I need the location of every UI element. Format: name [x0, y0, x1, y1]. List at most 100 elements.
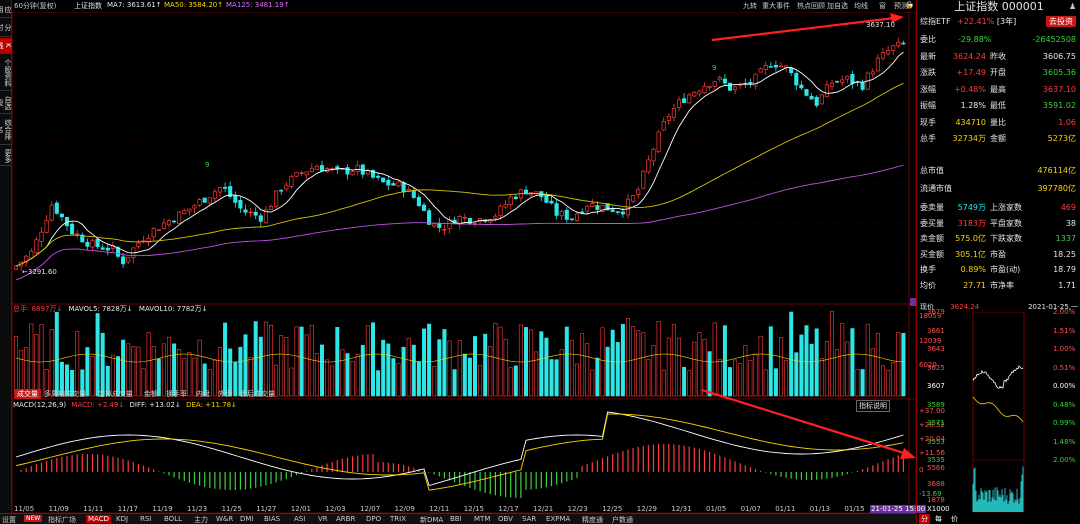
sidebar-tab-3[interactable]: 个股资料: [0, 55, 12, 91]
toolbar-item-1[interactable]: 重大事件: [762, 1, 790, 11]
breadth-label: 平盘家数: [990, 218, 1022, 228]
candle-body: [870, 71, 875, 75]
volume-bar: [625, 318, 630, 397]
kline-chart[interactable]: [12, 12, 916, 513]
volume-bars: [13, 311, 906, 397]
mini-tab-2[interactable]: 价: [951, 514, 958, 524]
breadth-value: 27.71: [963, 280, 986, 290]
bottom-tab-0[interactable]: 设置: [2, 515, 16, 524]
sidebar-tab-2[interactable]: K线图: [0, 38, 12, 54]
etf-change: +22.41%: [957, 17, 995, 26]
candle-body: [763, 64, 768, 71]
bottom-tab-1[interactable]: NEW: [24, 515, 43, 522]
volume-tab-1[interactable]: 多周期成交量: [44, 389, 86, 399]
bottom-tab-19[interactable]: OBV: [498, 515, 513, 523]
candle-body: [794, 73, 799, 86]
breadth-value: 575.0亿: [955, 234, 986, 243]
bottom-tab-12[interactable]: VR: [318, 515, 328, 523]
breadth-value: 1.71: [1058, 280, 1076, 290]
toolbar-item-2[interactable]: 热点回顾: [797, 1, 825, 11]
mini-tab-1[interactable]: 每: [935, 514, 942, 524]
candle-body: [268, 205, 274, 211]
sidebar-tab-4[interactable]: 自选股: [0, 92, 12, 114]
nine-signal-a: 9: [205, 161, 210, 169]
candle-body: [238, 200, 243, 209]
mini-right-axis-label: 1.48%: [1053, 437, 1076, 446]
bottom-tab-6[interactable]: BOLL: [164, 515, 182, 523]
candle-body: [151, 228, 156, 238]
volume-bar: [304, 334, 309, 397]
time-axis-label: 12/03: [325, 505, 346, 513]
volume-tab-5[interactable]: 内盘: [196, 389, 210, 399]
bottom-tab-13[interactable]: ARBR: [336, 515, 355, 523]
volume-bar: [631, 326, 636, 397]
moving-average-lines: [15, 51, 904, 281]
candle-body: [411, 190, 416, 198]
sidebar-tab-5[interactable]: 综合排名: [0, 115, 12, 145]
candle-body: [585, 205, 590, 212]
volume-bar: [620, 323, 625, 397]
bottom-tab-8[interactable]: W&R: [216, 515, 233, 523]
candle-body: [197, 199, 202, 206]
volume-tab-2[interactable]: 虚拟成交量: [98, 389, 133, 399]
invest-button[interactable]: 去投资: [1046, 16, 1076, 27]
candle-body: [421, 204, 427, 211]
bottom-tab-7[interactable]: 主力: [194, 515, 208, 524]
candle-body: [549, 200, 554, 204]
volume-bar: [243, 334, 248, 397]
breadth-row: 换手 0.89% 市盈(动) 18.79: [920, 263, 1078, 276]
volume-tab-7[interactable]: 盘后成交量: [240, 389, 275, 399]
bottom-tab-20[interactable]: SAR: [522, 515, 536, 523]
candle-body: [620, 211, 625, 215]
volume-tab-6[interactable]: 外盘: [218, 389, 232, 399]
bottom-tab-17[interactable]: BBI: [450, 515, 462, 523]
bottom-tab-3[interactable]: MACD: [86, 515, 111, 523]
bottom-tab-10[interactable]: BIAS: [264, 515, 280, 523]
breadth-label: 卖金额: [920, 234, 944, 243]
toolbar-item-5[interactable]: 窗: [879, 1, 886, 11]
time-axis-label: 11/11: [83, 505, 104, 513]
bottom-tab-21[interactable]: EXPMA: [546, 515, 570, 523]
indicator-help-button[interactable]: 指标说明: [856, 400, 890, 412]
sidebar-tab-1[interactable]: 分时图: [0, 19, 12, 37]
volume-tab-3[interactable]: 金额: [144, 389, 158, 399]
candle-body: [564, 209, 569, 220]
period-label[interactable]: 60分钟(复权): [14, 1, 56, 11]
bottom-tab-2[interactable]: 指标广场: [48, 515, 76, 524]
quote-label: 量比: [990, 117, 1006, 127]
bottom-tab-18[interactable]: MTM: [474, 515, 490, 523]
candle-body: [799, 84, 804, 89]
bottom-tab-9[interactable]: DMI: [240, 515, 254, 523]
collapse-icon[interactable]: ◂: [909, 1, 913, 9]
bottom-tab-16[interactable]: 新DMA: [420, 515, 443, 524]
toolbar-item-4[interactable]: 均线: [854, 1, 868, 11]
bottom-tab-4[interactable]: KDJ: [116, 515, 128, 523]
bottom-tab-14[interactable]: DPO: [366, 515, 381, 523]
toolbar-item-3[interactable]: 加自选: [827, 1, 848, 11]
mini-left-axis-label: 3661: [927, 326, 945, 335]
bottom-tab-5[interactable]: RSI: [140, 515, 151, 523]
sidebar-tab-6[interactable]: 更多: [0, 146, 12, 166]
bottom-tab-15[interactable]: TRIX: [390, 515, 406, 523]
bottom-tab-11[interactable]: ASI: [294, 515, 305, 523]
ma7-line: [15, 51, 904, 267]
candle-body: [274, 190, 279, 207]
bottom-tab-22[interactable]: 精度通: [582, 515, 603, 524]
mini-tab-0[interactable]: 分: [919, 514, 930, 524]
breadth-row: 均价 27.71 市净率 1.71: [920, 279, 1078, 292]
bottom-tab-23[interactable]: 户数通: [612, 515, 633, 524]
breadth-label: 市盈: [990, 249, 1006, 259]
candle-body: [381, 177, 386, 183]
volume-bar: [666, 337, 671, 397]
candle-body: [778, 65, 784, 68]
volume-bar: [39, 324, 44, 397]
quote-value: 434710: [955, 117, 986, 127]
volume-bar: [197, 339, 202, 397]
toolbar-item-0[interactable]: 九转: [743, 1, 757, 11]
volume-tab-4[interactable]: 换手率: [166, 389, 187, 399]
volume-tab-0[interactable]: 成交量: [14, 389, 41, 399]
volume-bar: [29, 323, 34, 397]
sidebar-tab-0[interactable]: 应用: [0, 2, 12, 18]
bell-icon[interactable]: ♟: [1069, 2, 1076, 11]
intraday-mini-chart[interactable]: 现价 3624.24 2021-01-25,一 3679 3661 3643 3625…: [916, 300, 1080, 524]
